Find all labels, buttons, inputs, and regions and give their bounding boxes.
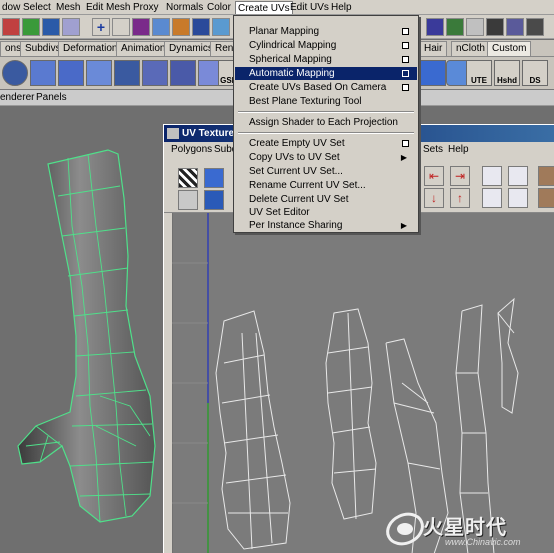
surface-icon[interactable] — [152, 18, 170, 36]
checker-icon[interactable] — [178, 168, 198, 188]
flip-uv-icon[interactable] — [204, 168, 224, 188]
ik-icon[interactable] — [212, 18, 230, 36]
menu-edit-mesh[interactable]: Edit Mesh — [84, 1, 132, 14]
window-icon — [167, 128, 179, 139]
watermark-url: www.Chinavic.com — [445, 537, 521, 547]
menu-color[interactable]: Color — [205, 1, 233, 14]
menu-edit-uvs[interactable]: Edit UVs — [288, 1, 331, 14]
menu-mesh[interactable]: Mesh — [54, 1, 82, 14]
tab-deformation[interactable]: Deformation — [58, 41, 123, 56]
menu-item-uv-set-editor[interactable]: UV Set Editor — [235, 206, 417, 219]
menu-item-copy-uvs-to-uv-set[interactable]: Copy UVs to UV Set ▶ — [235, 151, 417, 164]
option-box-icon[interactable] — [402, 140, 409, 147]
tab-custom[interactable]: Custom — [487, 41, 532, 56]
menu-renderer[interactable]: enderer — [0, 92, 34, 103]
uv-shells — [171, 213, 519, 553]
move-left-icon[interactable]: ⇤ — [424, 166, 444, 186]
ute-button[interactable]: UTE — [466, 60, 492, 86]
option-box-icon[interactable] — [402, 56, 409, 63]
uv-grid-area[interactable] — [171, 213, 554, 553]
snapshot-icon[interactable] — [482, 188, 502, 208]
menu-create-uvs[interactable]: Create UVs — [235, 1, 293, 14]
uv-menu-polygons[interactable]: Polygons — [171, 144, 212, 155]
menu-help[interactable]: Help — [329, 1, 354, 14]
move-up-icon[interactable]: ↑ — [450, 188, 470, 208]
portrait-icon-2[interactable] — [538, 188, 554, 208]
logo-swirl-icon — [386, 512, 424, 546]
menu-normals[interactable]: Normals — [164, 1, 205, 14]
remove-grid-icon[interactable] — [508, 188, 528, 208]
ds-button[interactable]: DS — [522, 60, 548, 86]
add-grid-icon[interactable] — [508, 166, 528, 186]
render-icon[interactable] — [486, 18, 504, 36]
menu-separator — [238, 111, 414, 113]
move-down-icon[interactable]: ↓ — [424, 188, 444, 208]
menu-item-spherical-mapping[interactable]: Spherical Mapping — [235, 53, 417, 66]
menu-item-planar-mapping[interactable]: Planar Mapping — [235, 25, 417, 38]
bezier-icon[interactable] — [112, 18, 130, 36]
render-settings-icon[interactable] — [526, 18, 544, 36]
uv-editor-title: UV Texture — [182, 128, 235, 139]
snap-grid-icon[interactable] — [426, 18, 444, 36]
option-box-icon[interactable] — [402, 70, 409, 77]
snap-curve-icon[interactable] — [446, 18, 464, 36]
plane-icon[interactable] — [114, 60, 140, 86]
snap-point-icon[interactable] — [466, 18, 484, 36]
menu-item-best-plane-texturing-tool[interactable]: Best Plane Texturing Tool — [235, 95, 417, 108]
torus-icon[interactable] — [142, 60, 168, 86]
hierarchy-icon[interactable] — [22, 18, 40, 36]
tab-hair[interactable]: Hair — [419, 41, 448, 56]
uv-menu-help[interactable]: Help — [448, 144, 469, 155]
wedge-icon[interactable] — [420, 60, 446, 86]
hshd-button[interactable]: Hshd — [494, 60, 520, 86]
menu-separator — [238, 132, 414, 134]
option-box-icon[interactable] — [402, 42, 409, 49]
menu-item-rename-current-uv-set[interactable]: Rename Current UV Set... — [235, 179, 417, 192]
smudge-uv-icon[interactable] — [178, 190, 198, 210]
move-right-icon[interactable]: ⇥ — [450, 166, 470, 186]
tab-ncloth[interactable]: nCloth — [451, 41, 490, 56]
layout-uv-icon[interactable] — [204, 190, 224, 210]
menu-proxy[interactable]: Proxy — [131, 1, 161, 14]
component-mode-icon[interactable] — [62, 18, 80, 36]
option-box-icon[interactable] — [402, 84, 409, 91]
menu-item-delete-current-uv-set[interactable]: Delete Current UV Set — [235, 193, 417, 206]
cone-icon[interactable] — [86, 60, 112, 86]
menu-item-create-empty-uv-set[interactable]: Create Empty UV Set — [235, 137, 417, 150]
submenu-arrow-icon: ▶ — [400, 153, 407, 162]
submenu-arrow-icon: ▶ — [400, 221, 407, 230]
watermark-text: 火星时代 — [423, 515, 507, 539]
create-uvs-menu: Planar Mapping Cylindrical Mapping Spher… — [233, 15, 419, 233]
portrait-icon[interactable] — [538, 166, 554, 186]
menu-select[interactable]: Select — [21, 1, 53, 14]
menu-item-set-current-uv-set[interactable]: Set Current UV Set... — [235, 165, 417, 178]
joint-icon[interactable] — [192, 18, 210, 36]
sphere-icon[interactable] — [2, 60, 28, 86]
menu-item-assign-shader[interactable]: Assign Shader to Each Projection — [235, 116, 417, 129]
option-box-icon[interactable] — [402, 28, 409, 35]
uv-menu-sets[interactable]: Sets — [423, 144, 443, 155]
main-menubar: dow Select Mesh Edit Mesh Proxy Normals … — [0, 0, 554, 15]
menu-item-cylindrical-mapping[interactable]: Cylindrical Mapping — [235, 39, 417, 52]
menu-panels[interactable]: Panels — [36, 92, 67, 103]
ipr-render-icon[interactable] — [506, 18, 524, 36]
select-mode-icon[interactable] — [2, 18, 20, 36]
menu-window[interactable]: dow — [0, 1, 22, 14]
menu-item-create-uvs-based-on-camera[interactable]: Create UVs Based On Camera — [235, 81, 417, 94]
menu-item-automatic-mapping[interactable]: Automatic Mapping — [235, 67, 417, 80]
deformer-icon[interactable] — [172, 18, 190, 36]
plus-icon[interactable]: + — [92, 18, 110, 36]
object-mode-icon[interactable] — [42, 18, 60, 36]
watermark-logo: 火星时代 www.Chinavic.com — [383, 505, 554, 553]
tab-animation[interactable]: Animation — [116, 41, 171, 56]
cube-icon[interactable] — [30, 60, 56, 86]
curve-icon[interactable] — [132, 18, 150, 36]
cylinder-icon[interactable] — [58, 60, 84, 86]
split-polygon-icon[interactable] — [170, 60, 196, 86]
grid-view-icon[interactable] — [482, 166, 502, 186]
menu-item-per-instance-sharing[interactable]: Per Instance Sharing ▶ — [235, 219, 417, 232]
